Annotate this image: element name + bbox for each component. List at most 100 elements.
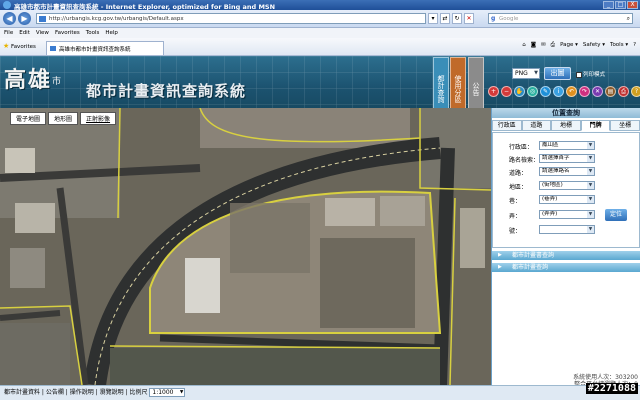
alley-row: 弄：	[509, 211, 539, 220]
clear-icon[interactable]: ✕	[592, 86, 603, 97]
previous-view-icon[interactable]: ↶	[566, 86, 577, 97]
minimize-button[interactable]: _	[603, 1, 614, 9]
menu-bar: File Edit View Favorites Tools Help	[0, 28, 640, 38]
page-menu[interactable]: Page ▾	[560, 42, 578, 49]
tab-urban-query[interactable]: 都計查詢	[433, 57, 449, 115]
search-input[interactable]: g Google ⌕	[488, 13, 633, 24]
address-toolbar: ◀ ▶ http://urbangis.kcg.gov.tw/urbangis/…	[0, 10, 640, 28]
next-view-icon[interactable]: ↷	[579, 86, 590, 97]
address-input[interactable]: http://urbangis.kcg.gov.tw/urbangis/Defa…	[36, 13, 426, 24]
print-tool-icon[interactable]: ⎙	[618, 86, 629, 97]
accordion-plan-query[interactable]: 都市計畫查詢	[492, 263, 640, 272]
home-icon[interactable]: ⌂	[522, 42, 526, 49]
initial-row: 路名檢索：	[509, 155, 539, 164]
tab-topographic-map[interactable]: 地形圖	[48, 112, 79, 125]
district-row: 行政區：	[509, 142, 539, 151]
menu-help[interactable]: Help	[105, 28, 118, 38]
forward-arrow-icon[interactable]: ▶	[18, 12, 31, 25]
site-logo-suffix: 市	[52, 77, 62, 87]
tab-address[interactable]: 門牌	[580, 120, 611, 131]
back-arrow-icon[interactable]: ◀	[3, 12, 16, 25]
scale-select[interactable]: 1:1000	[149, 388, 186, 397]
print-mode-toggle[interactable]: 列印模式	[576, 70, 605, 78]
location-query-panel: 位置查詢 行政區 道路 地標 門牌 坐標 行政區： 鳳山區 路名檢索： 請選擇首…	[491, 108, 640, 388]
number-select[interactable]	[539, 225, 595, 234]
dropdown-icon[interactable]: ▾	[428, 13, 438, 24]
menu-view[interactable]: View	[36, 28, 49, 38]
road-label: 道路：	[509, 170, 528, 177]
tab-orthophoto[interactable]: 正射影像	[80, 112, 117, 125]
favorites-button[interactable]: ★ Favorites	[3, 42, 36, 50]
area-select[interactable]: (街地區)	[539, 181, 595, 190]
search-placeholder: Google	[499, 16, 519, 22]
system-title: 都市計畫資訊查詢系統	[86, 82, 247, 100]
tab-zoning[interactable]: 使用分區	[450, 57, 466, 115]
page-icon	[39, 16, 46, 22]
layer-icon[interactable]: ▤	[605, 86, 616, 97]
mail-icon[interactable]: ✉	[541, 42, 546, 49]
district-select[interactable]: 鳳山區	[539, 141, 595, 150]
window-title-bar: 高雄市都市計畫資訊查詢系統 - Internet Explorer, optim…	[0, 0, 640, 11]
close-button[interactable]: X	[627, 1, 638, 9]
road-row: 道路：	[509, 168, 539, 177]
ie-logo-icon	[3, 1, 11, 9]
print-icon[interactable]: ⎙	[551, 42, 555, 49]
tab-road[interactable]: 道路	[521, 120, 552, 131]
tab-announcement[interactable]: 公告	[468, 57, 484, 115]
print-mode-checkbox[interactable]	[576, 71, 582, 78]
refresh-icon[interactable]: ↻	[452, 13, 462, 24]
link-bulletin[interactable]: 公告欄	[46, 389, 64, 396]
browser-tab[interactable]: 高雄市都市計畫資訊查詢系統	[46, 41, 164, 55]
link-plan-data[interactable]: 都市計畫資料	[4, 389, 40, 396]
address-query-form: 行政區： 鳳山區 路名檢索： 請選擇首字 道路： 請選擇路名 地區： (街地區)…	[492, 132, 640, 248]
menu-tools[interactable]: Tools	[86, 28, 100, 38]
link-browse-guide[interactable]: 瀏覽說明	[100, 389, 124, 396]
tab-page-icon	[50, 46, 56, 51]
zoom-in-icon[interactable]: +	[488, 86, 499, 97]
orthophoto-image	[0, 108, 491, 385]
tab-electronic-map[interactable]: 電子地圖	[10, 112, 47, 125]
command-bar: ⌂ ◙ ✉ ⎙ Page ▾ Safety ▾ Tools ▾ ?	[522, 42, 636, 49]
locate-button[interactable]: 定位	[605, 209, 627, 221]
address-text: http://urbangis.kcg.gov.tw/urbangis/Defa…	[49, 16, 184, 22]
favorites-bar: ★ Favorites 高雄市都市計畫資訊查詢系統 ⌂ ◙ ✉ ⎙ Page ▾…	[0, 38, 640, 56]
maximize-button[interactable]: □	[615, 1, 626, 9]
stop-icon[interactable]: ✕	[464, 13, 474, 24]
district-label: 行政區：	[509, 144, 534, 151]
tab-coordinate[interactable]: 坐標	[610, 120, 640, 131]
lane-select[interactable]: (巷弄)	[539, 195, 595, 204]
menu-favorites[interactable]: Favorites	[55, 28, 80, 38]
help-icon[interactable]: ?	[633, 42, 636, 49]
map-toolbar: + − ✋ ◎ ✎ i ↶ ↷ ✕ ▤ ⎙ ?	[488, 86, 640, 97]
initial-label: 路名檢索：	[509, 157, 540, 164]
map-canvas[interactable]	[0, 108, 491, 385]
help-tool-icon[interactable]: ?	[631, 86, 640, 97]
watermark: #2271088	[585, 383, 638, 394]
star-icon: ★	[3, 42, 10, 50]
format-select[interactable]: PNG	[512, 68, 540, 79]
initial-select[interactable]: 請選擇首字	[539, 154, 595, 163]
compat-icon[interactable]: ⇄	[440, 13, 450, 24]
tab-landmark[interactable]: 地標	[551, 120, 581, 131]
status-bar: 都市計畫資料 | 公告欄 | 操作說明 | 瀏覽說明 | 比例尺 1:1000	[0, 385, 640, 400]
full-extent-icon[interactable]: ◎	[527, 86, 538, 97]
print-mode-label: 列印模式	[583, 72, 606, 78]
measure-icon[interactable]: ✎	[540, 86, 551, 97]
output-button[interactable]: 出圖	[544, 67, 571, 80]
menu-edit[interactable]: Edit	[19, 28, 30, 38]
tools-menu[interactable]: Tools ▾	[610, 42, 628, 49]
alley-select[interactable]: (弄弄)	[539, 210, 595, 219]
pan-icon[interactable]: ✋	[514, 86, 525, 97]
link-operation-guide[interactable]: 操作說明	[70, 389, 94, 396]
tab-district[interactable]: 行政區	[492, 120, 522, 131]
search-icon[interactable]: ⌕	[627, 15, 630, 23]
info-icon[interactable]: i	[553, 86, 564, 97]
zoom-out-icon[interactable]: −	[501, 86, 512, 97]
road-select[interactable]: 請選擇路名	[539, 167, 595, 176]
safety-menu[interactable]: Safety ▾	[583, 42, 605, 49]
menu-file[interactable]: File	[4, 28, 13, 38]
scale-label: 比例尺	[129, 389, 148, 396]
feeds-icon[interactable]: ◙	[531, 42, 536, 49]
accordion-plan-document[interactable]: 都市計畫書查詢	[492, 251, 640, 260]
panel-title: 位置查詢	[492, 108, 640, 118]
